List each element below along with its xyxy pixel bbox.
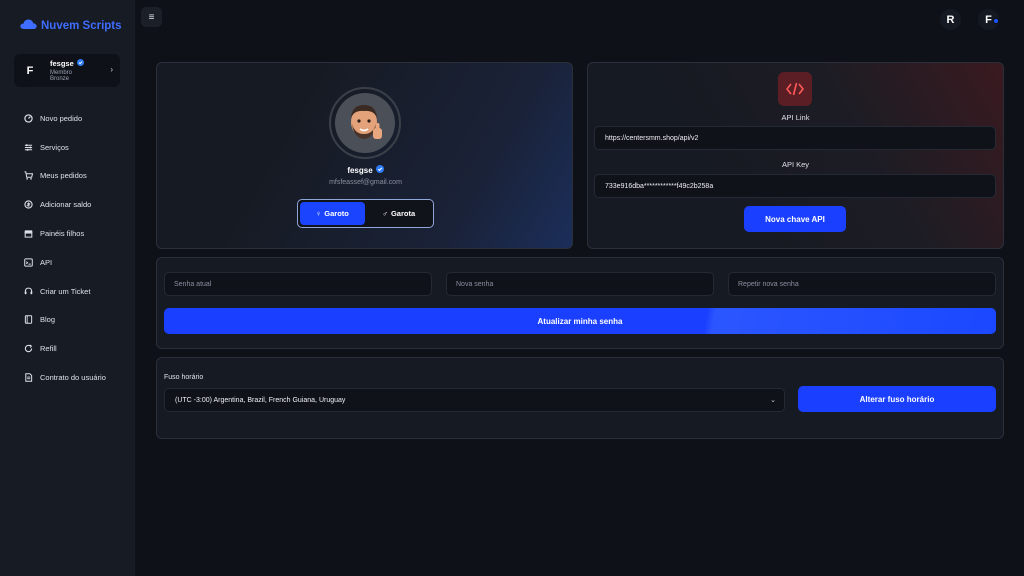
refresh-icon: [24, 344, 33, 353]
storefront-icon: [24, 229, 33, 238]
profile-avatar[interactable]: [329, 87, 401, 159]
timezone-selected: (UTC -3:00) Argentina, Brazil, French Gu…: [175, 396, 346, 404]
sidebar-nav: Novo pedido Serviços Meus pedidos Adicio…: [24, 104, 106, 392]
document-icon: [24, 373, 33, 382]
cart-icon: [24, 171, 33, 181]
sidebar-item-contrato[interactable]: Contrato do usuário: [24, 363, 106, 392]
brand-name: Nuvem Scripts: [41, 20, 122, 32]
sidebar-item-criar-ticket[interactable]: Criar um Ticket: [24, 277, 106, 306]
sidebar-item-label: Novo pedido: [40, 113, 83, 123]
verified-icon: [375, 165, 384, 175]
headset-icon: [24, 287, 33, 296]
sidebar-item-api[interactable]: API: [24, 248, 106, 277]
timezone-select[interactable]: (UTC -3:00) Argentina, Brazil, French Gu…: [164, 388, 785, 412]
new-password-input[interactable]: Nova senha: [446, 272, 714, 296]
user-card[interactable]: F fesgse Membro Bronze ›: [14, 54, 120, 87]
book-icon: [24, 315, 33, 325]
api-key-field[interactable]: 733e916dba************f49c2b258a: [594, 174, 996, 198]
user-name-row: fesgse: [50, 59, 84, 68]
status-dot: [993, 18, 999, 24]
sidebar-item-label: Serviços: [40, 142, 69, 152]
profile-name-row: fesgse: [157, 165, 574, 175]
sidebar-item-label: Contrato do usuário: [40, 373, 106, 383]
current-password-input[interactable]: Senha atual: [164, 272, 432, 296]
gender-female-label: Garota: [390, 209, 416, 218]
user-level: Membro Bronze: [50, 69, 73, 82]
gender-toggle: ♀ Garoto ♂ Garota: [297, 199, 434, 228]
api-panel: API Link https://centersmm.shop/api/v2 A…: [587, 62, 1004, 249]
sidebar-item-novo-pedido[interactable]: Novo pedido: [24, 104, 106, 133]
sliders-icon: [24, 143, 33, 152]
sidebar-item-adicionar-saldo[interactable]: Adicionar saldo: [24, 190, 106, 219]
timezone-label: Fuso horário: [164, 374, 204, 381]
sidebar-item-refill[interactable]: Refill: [24, 334, 106, 363]
profile-email: mfsfeassef@gmail.com: [329, 179, 402, 186]
timezone-panel: Fuso horário (UTC -3:00) Argentina, Braz…: [156, 357, 1004, 439]
sidebar-item-label: API: [40, 257, 53, 267]
sidebar-item-label: Adicionar saldo: [40, 200, 92, 210]
password-panel: Senha atual Nova senha Repetir nova senh…: [156, 257, 1004, 349]
female-symbol-icon: ♀: [315, 209, 322, 218]
male-symbol-icon: ♂: [382, 209, 388, 218]
sidebar-item-paineis-filhos[interactable]: Painéis filhos: [24, 219, 106, 248]
avatar-f[interactable]: F: [978, 9, 999, 30]
repeat-password-input[interactable]: Repetir nova senha: [728, 272, 996, 296]
profile-panel: fesgse mfsfeassef@gmail.com ♀ Garoto ♂ G…: [156, 62, 573, 249]
memoji-avatar-icon: [335, 93, 395, 153]
code-icon: [778, 72, 812, 106]
avatar-initial: R: [946, 13, 955, 26]
brand-logo[interactable]: Nuvem Scripts: [20, 17, 122, 35]
cloud-icon: [20, 17, 37, 35]
new-api-key-button[interactable]: Nova chave API: [744, 206, 846, 232]
verified-icon: [76, 59, 84, 68]
update-password-button[interactable]: Atualizar minha senha: [164, 308, 996, 334]
chevron-right-icon: ›: [110, 65, 113, 74]
avatar-initial: F: [985, 13, 992, 26]
gender-female-button[interactable]: ♂ Garota: [367, 202, 432, 225]
sidebar-item-label: Painéis filhos: [40, 229, 85, 239]
user-name: fesgse: [50, 58, 74, 68]
sidebar-item-label: Refill: [40, 344, 57, 354]
api-link-field[interactable]: https://centersmm.shop/api/v2: [594, 126, 996, 150]
profile-name: fesgse: [347, 165, 373, 175]
sidebar-item-meus-pedidos[interactable]: Meus pedidos: [24, 162, 106, 191]
api-link-label: API Link: [781, 113, 810, 122]
sidebar: Nuvem Scripts F fesgse Membro Bronze › N…: [0, 0, 135, 576]
gender-male-button[interactable]: ♀ Garoto: [300, 202, 365, 225]
menu-toggle-button[interactable]: ≡: [141, 7, 162, 27]
avatar: F: [20, 60, 40, 81]
gauge-icon: [24, 114, 33, 123]
sidebar-item-label: Criar um Ticket: [40, 286, 91, 296]
avatar-r[interactable]: R: [940, 9, 961, 30]
hamburger-icon: ≡: [148, 11, 155, 23]
sidebar-item-blog[interactable]: Blog: [24, 306, 106, 335]
terminal-icon: [24, 258, 33, 267]
sidebar-item-servicos[interactable]: Serviços: [24, 133, 106, 162]
sidebar-item-label: Meus pedidos: [40, 171, 87, 181]
change-timezone-button[interactable]: Alterar fuso horário: [798, 386, 996, 412]
chevron-down-icon: ⌄: [770, 397, 776, 404]
gender-male-label: Garoto: [324, 209, 349, 218]
sidebar-item-label: Blog: [40, 315, 56, 325]
coin-icon: [24, 200, 33, 209]
api-key-label: API Key: [781, 160, 810, 169]
